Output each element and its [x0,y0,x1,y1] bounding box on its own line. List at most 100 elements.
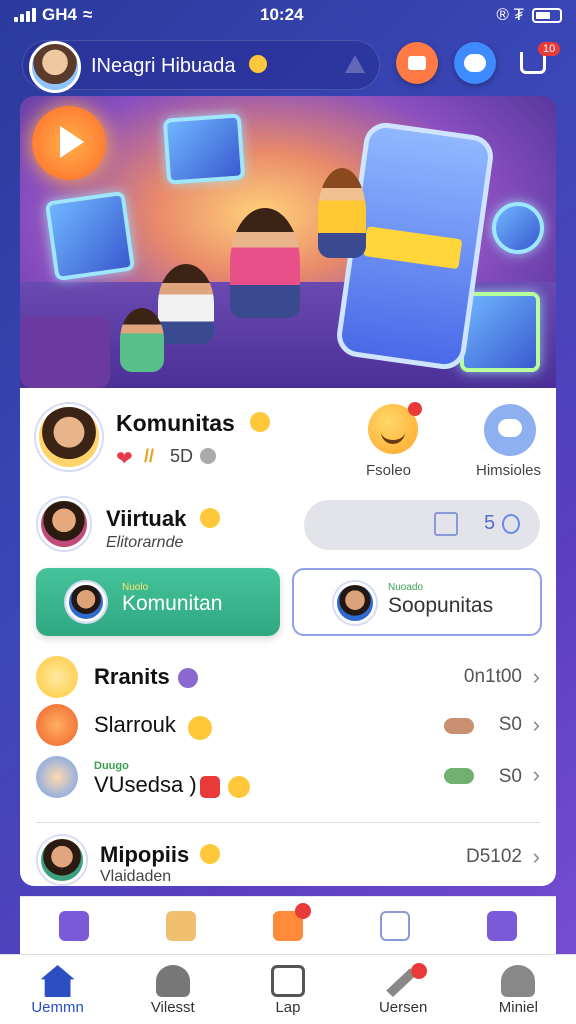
play-icon[interactable] [32,106,106,180]
status-bar: GH4 ≈ 10:24 ® ₮ [0,0,576,32]
box-icon[interactable] [165,910,196,941]
smile-icon [200,508,220,528]
community-title: Komunitas [116,410,235,436]
photo-card-left [44,190,136,282]
tab-label: Miniel [498,999,538,1016]
tab-label: Uemmn [31,999,84,1016]
smile-icon [228,776,250,798]
ring-icon [502,514,520,534]
featured-item[interactable]: Mipopiis Vlaidaden D5102 › [36,836,540,886]
person-illustration [20,316,110,388]
wifi-icon: ≈ [82,5,93,24]
bars-icon: // [144,446,155,466]
chat-icon [464,54,486,72]
messages-button[interactable] [484,404,536,456]
list-item-value: S0 [498,766,522,787]
list-item-small: Duugo [94,760,129,772]
tab-profile[interactable]: Miniel [468,955,568,1024]
video-button[interactable] [396,42,438,84]
megaphone-icon [36,656,78,698]
list-item[interactable]: Slarrouk S0 › [36,704,540,752]
document-icon [270,965,305,997]
chevron-right-icon[interactable]: › [533,664,540,690]
people-icon [444,718,474,734]
status-time: 10:24 [260,5,304,24]
tab-label: Lap [275,999,301,1016]
avatar[interactable] [29,41,81,93]
virtual-pill-value: 5 [484,512,496,534]
featured-subtitle: Vlaidaden [100,868,172,885]
app-header: INeagri Hibuada 10 [18,38,561,93]
tab-label: Uersen [378,999,428,1016]
status-right: ® ₮ [496,5,562,25]
battery-icon [532,7,562,23]
community-primary-button[interactable]: Nuolo Komunitan [36,568,280,636]
cart-badge: 10 [538,42,561,56]
list-item-value: 0n1t00 [463,666,522,687]
photo-card-top [162,113,246,185]
carrier-label: GH4 [42,5,77,24]
cart-button[interactable]: 10 [512,42,561,84]
person-illustration [120,308,164,372]
featured-title: Mipopiis [100,842,190,867]
heart-icon: ❤ [116,448,133,470]
chevron-right-icon[interactable]: › [533,844,540,870]
list-item-label: Slarrouk [94,712,176,737]
button-avatar [66,582,106,622]
smile-icon [200,844,220,864]
featured-value: D5102 [466,846,522,867]
virtual-avatar[interactable] [38,498,90,550]
virtual-pill[interactable]: 5 [304,500,540,550]
tab-documents[interactable]: Lap [238,955,338,1024]
button-small-label: Nuoado [388,582,424,593]
triangle-icon [345,55,365,73]
virtual-subtitle: Elitorarnde [106,534,184,551]
laugh-icon [36,704,78,746]
tab-create[interactable]: Uersen [353,955,453,1024]
reaction-badge [408,402,422,416]
list-item[interactable]: Duugo VUsedsa ) S0 › [36,756,540,804]
package-icon[interactable] [380,910,411,941]
smile-icon [250,412,270,432]
list-item-value: S0 [498,714,522,735]
building-icon[interactable] [58,910,89,941]
signal-icon [14,8,36,22]
content-card: Komunitas ❤ // 5D Fsoleo Himsioles Viirt… [20,388,556,886]
status-left: GH4 ≈ [14,5,92,25]
community-stats: 5D [170,446,194,466]
list-item[interactable]: Rranits 0n1t00 › [36,656,540,704]
tab-label: Vilesst [150,999,195,1016]
header-title: INeagri Hibuada [91,55,236,77]
featured-avatar [38,836,86,884]
tab-bar: Uemmn Vilesst Lap Uersen Miniel [0,954,576,1024]
ball-icon [178,668,198,688]
tab-friends[interactable]: Vilesst [123,955,223,1024]
person-illustration [230,208,300,318]
virtual-title: Viirtuak [106,506,187,531]
smile-icon [188,716,212,740]
notification-badge [411,963,428,979]
chevron-right-icon[interactable]: › [533,712,540,738]
people-icon [444,768,474,784]
person-illustration [318,168,366,258]
red-bag-icon [200,776,220,798]
divider [36,822,540,823]
chevron-right-icon[interactable]: › [533,762,540,788]
hero-illustration[interactable] [20,96,556,392]
community-avatar[interactable] [36,404,102,470]
profile-pill[interactable]: INeagri Hibuada [22,40,380,93]
list-icon[interactable] [487,910,518,941]
community-secondary-button[interactable]: Nuoado Soopunitas [292,568,542,636]
video-icon [408,56,426,70]
messages-label: Himsioles [476,462,542,479]
quick-toolbar [20,896,556,954]
list-item-label: Rranits [94,664,170,689]
emoji-icon [249,55,267,73]
home-icon [40,965,75,997]
tab-home[interactable]: Uemmn [8,955,108,1024]
chat-button[interactable] [454,42,496,84]
avatar-bubble [492,202,544,254]
list-item-label: VUsedsa ) [94,772,197,797]
clipboard-icon[interactable] [272,902,311,941]
box-icon [434,512,458,536]
